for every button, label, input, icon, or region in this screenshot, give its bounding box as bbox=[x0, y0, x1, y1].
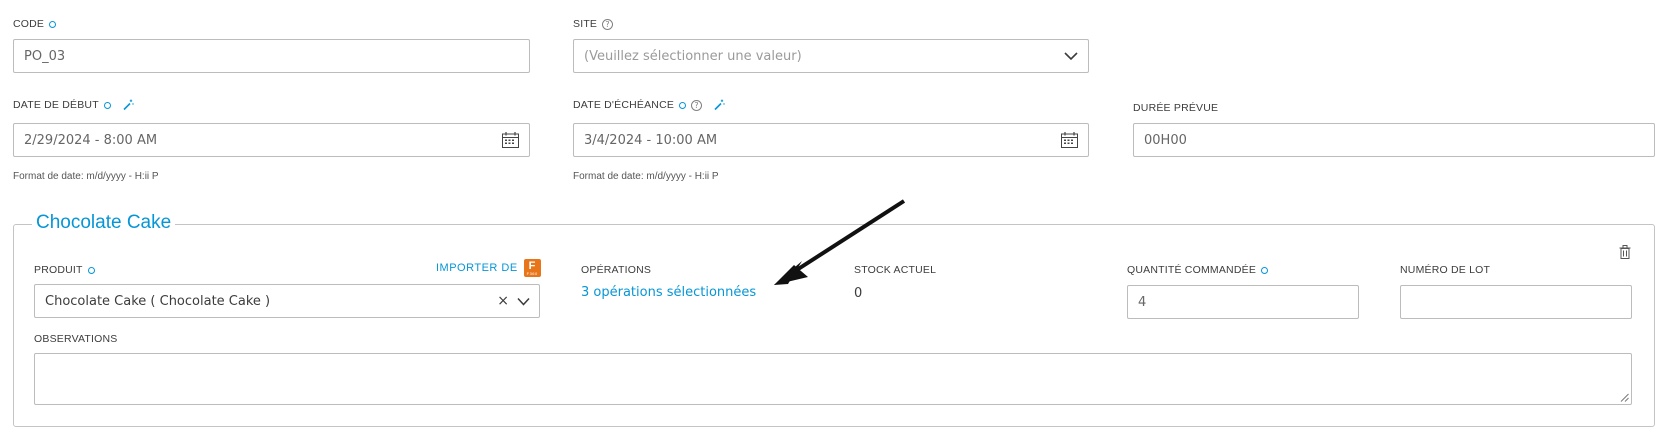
trash-icon[interactable] bbox=[1619, 245, 1631, 259]
lot-label: NUMÉRO DE LOT bbox=[1400, 264, 1490, 276]
fusion-badge-sub: F360 bbox=[526, 271, 538, 276]
magic-wand-icon[interactable] bbox=[122, 99, 134, 111]
code-value: PO_03 bbox=[24, 48, 66, 64]
due-date-label-text: DATE D'ÉCHÉANCE bbox=[573, 99, 675, 111]
quantity-label-text: QUANTITÉ COMMANDÉE bbox=[1127, 264, 1257, 276]
observations-textarea[interactable] bbox=[34, 353, 1632, 405]
due-date-hint: Format de date: m/d/yyyy - H:ii P bbox=[573, 171, 719, 182]
site-label: SITE ? bbox=[573, 18, 614, 30]
stock-label: STOCK ACTUEL bbox=[854, 264, 936, 276]
observations-label: OBSERVATIONS bbox=[34, 333, 118, 345]
site-placeholder: (Veuillez sélectionner une valeur) bbox=[584, 48, 802, 64]
resize-handle-icon[interactable] bbox=[1620, 393, 1629, 402]
quantity-value: 4 bbox=[1138, 294, 1147, 310]
stock-label-text: STOCK ACTUEL bbox=[854, 264, 937, 276]
required-icon bbox=[1261, 266, 1269, 274]
calendar-icon[interactable] bbox=[1061, 132, 1078, 148]
observations-label-text: OBSERVATIONS bbox=[34, 333, 118, 345]
magic-wand-icon[interactable] bbox=[713, 99, 725, 111]
duration-input[interactable]: 00H00 bbox=[1133, 123, 1655, 157]
operations-label-text: OPÉRATIONS bbox=[581, 264, 652, 276]
clear-icon[interactable]: × bbox=[497, 293, 509, 309]
start-date-input[interactable]: 2/29/2024 - 8:00 AM bbox=[13, 123, 530, 157]
due-date-input[interactable]: 3/4/2024 - 10:00 AM bbox=[573, 123, 1089, 157]
product-value: Chocolate Cake ( Chocolate Cake ) bbox=[45, 293, 271, 309]
site-select[interactable]: (Veuillez sélectionner une valeur) bbox=[573, 39, 1089, 73]
help-icon[interactable]: ? bbox=[691, 99, 703, 111]
fusion360-badge-icon: F F360 bbox=[523, 259, 541, 277]
operations-link[interactable]: 3 opérations sélectionnées bbox=[581, 285, 756, 300]
code-label-text: CODE bbox=[13, 18, 45, 30]
lot-input[interactable] bbox=[1400, 285, 1632, 319]
due-date-label: DATE D'ÉCHÉANCE ? bbox=[573, 99, 725, 111]
required-icon bbox=[679, 101, 687, 109]
start-date-hint: Format de date: m/d/yyyy - H:ii P bbox=[13, 171, 159, 182]
start-date-label: DATE DE DÉBUT bbox=[13, 99, 134, 111]
code-input[interactable]: PO_03 bbox=[13, 39, 530, 73]
calendar-icon[interactable] bbox=[502, 132, 519, 148]
stock-value: 0 bbox=[854, 286, 863, 301]
section-title: Chocolate Cake bbox=[32, 212, 176, 234]
chevron-down-icon[interactable] bbox=[1064, 51, 1078, 61]
lot-label-text: NUMÉRO DE LOT bbox=[1400, 264, 1491, 276]
duration-label: DURÉE PRÉVUE bbox=[1133, 102, 1218, 114]
help-icon[interactable]: ? bbox=[602, 18, 614, 30]
quantity-label: QUANTITÉ COMMANDÉE bbox=[1127, 264, 1269, 276]
required-icon bbox=[49, 20, 57, 28]
duration-label-text: DURÉE PRÉVUE bbox=[1133, 102, 1219, 114]
required-icon bbox=[87, 266, 95, 274]
product-select[interactable]: Chocolate Cake ( Chocolate Cake ) × bbox=[34, 284, 540, 318]
import-from-link[interactable]: IMPORTER DE F F360 bbox=[436, 259, 541, 277]
required-icon bbox=[103, 101, 111, 109]
code-label: CODE bbox=[13, 18, 57, 30]
import-label: IMPORTER DE bbox=[436, 262, 518, 274]
chevron-down-icon[interactable] bbox=[517, 297, 530, 306]
start-date-value: 2/29/2024 - 8:00 AM bbox=[24, 132, 158, 148]
product-label: PRODUIT bbox=[34, 264, 95, 276]
product-label-text: PRODUIT bbox=[34, 264, 83, 276]
quantity-input[interactable]: 4 bbox=[1127, 285, 1359, 319]
start-date-label-text: DATE DE DÉBUT bbox=[13, 99, 99, 111]
site-label-text: SITE bbox=[573, 18, 598, 30]
duration-value: 00H00 bbox=[1144, 132, 1187, 148]
operations-label: OPÉRATIONS bbox=[581, 264, 651, 276]
due-date-value: 3/4/2024 - 10:00 AM bbox=[584, 132, 718, 148]
